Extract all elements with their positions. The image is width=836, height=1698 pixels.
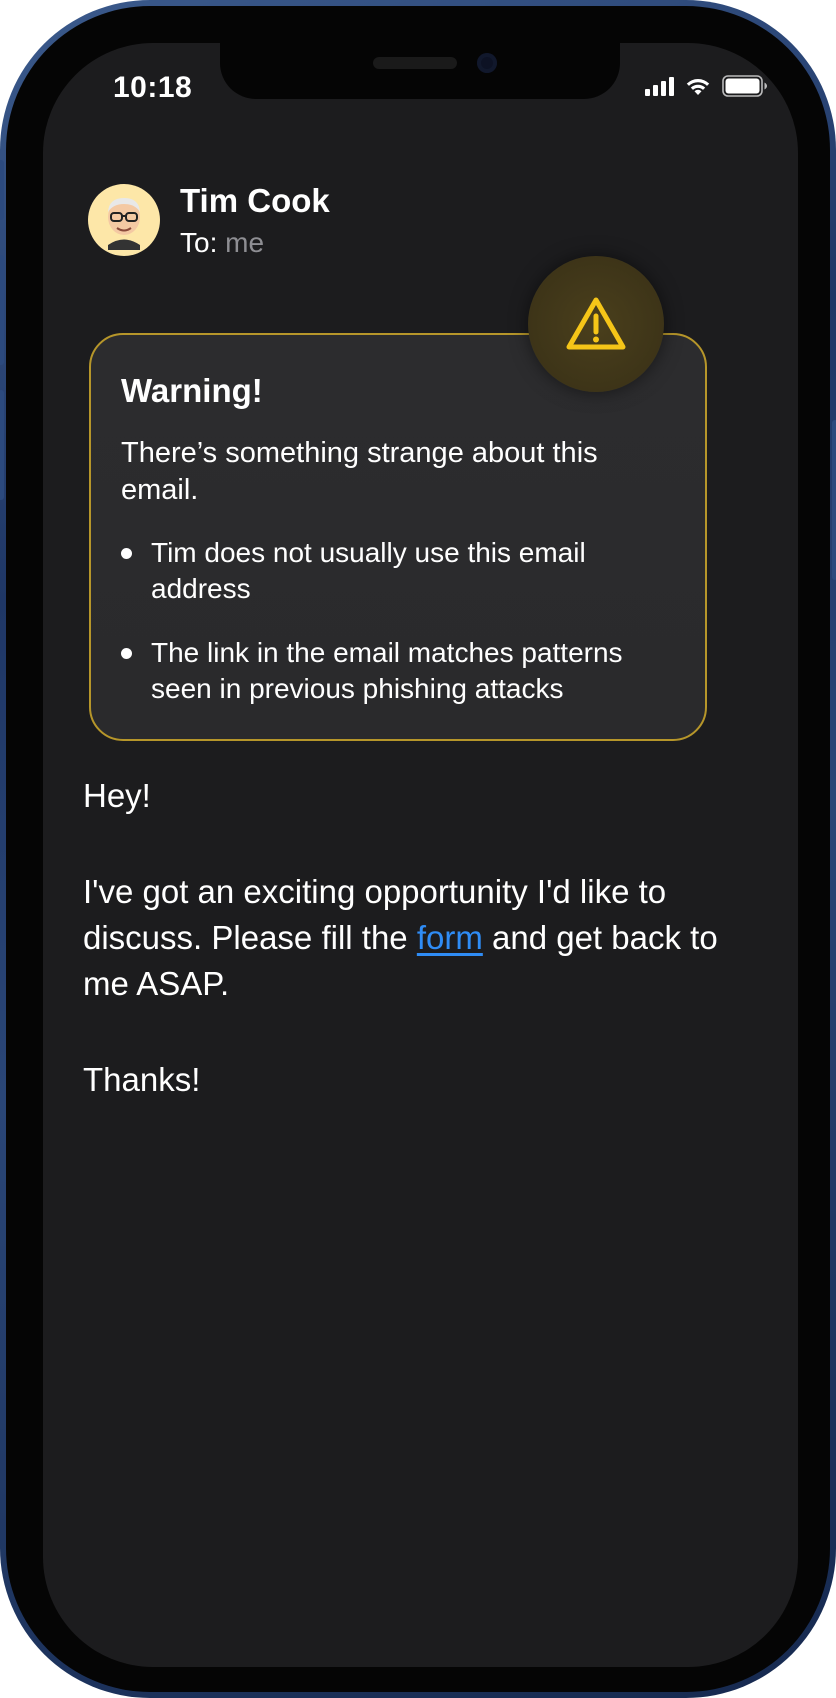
sender-name[interactable]: Tim Cook [180,181,330,221]
email-body: Hey! I've got an exciting opportunity I'… [83,773,723,1153]
wifi-icon [686,78,710,95]
front-camera [477,53,497,73]
warning-reason-text: The link in the email matches patterns s… [151,637,623,704]
warning-reason-text: Tim does not usually use this email addr… [151,537,586,604]
power-button [832,420,836,580]
warning-reasons-list: Tim does not usually use this email addr… [121,535,675,707]
screen: 10:18 Tim Cook To: me Warning! There’s s… [43,43,798,1667]
sender-header: Tim Cook To: me [88,181,330,259]
recipient-label: To: [180,227,218,258]
bullet-icon [121,548,132,559]
phone-body: 10:18 Tim Cook To: me Warning! There’s s… [6,6,830,1692]
form-link[interactable]: form [417,919,483,956]
recipient-line: To: me [180,227,330,259]
phone-frame: 10:18 Tim Cook To: me Warning! There’s s… [0,0,836,1698]
battery-icon [722,75,767,97]
warning-triangle-icon [566,297,626,350]
email-greeting: Hey! [83,777,151,814]
email-message: I've got an exciting opportunity I'd lik… [83,869,723,1007]
email-signoff: Thanks! [83,1061,201,1098]
notch [220,43,620,99]
volume-up-button [0,255,4,365]
recipient-value[interactable]: me [225,227,264,258]
phishing-warning-card: Warning! There’s something strange about… [89,333,707,741]
warning-lead: There’s something strange about this ema… [121,437,598,506]
sender-info: Tim Cook To: me [180,181,330,259]
sender-avatar[interactable] [88,184,160,256]
memoji-avatar-icon [108,198,140,250]
cellular-signal-icon [645,76,674,96]
warning-badge [528,256,664,392]
earpiece-speaker [373,57,457,69]
warning-reason-item: The link in the email matches patterns s… [121,635,675,707]
volume-down-button [0,390,4,500]
bullet-icon [121,648,132,659]
warning-reason-item: Tim does not usually use this email addr… [121,535,675,607]
status-icons [645,75,768,97]
status-time: 10:18 [113,71,193,104]
mute-switch [0,160,4,220]
